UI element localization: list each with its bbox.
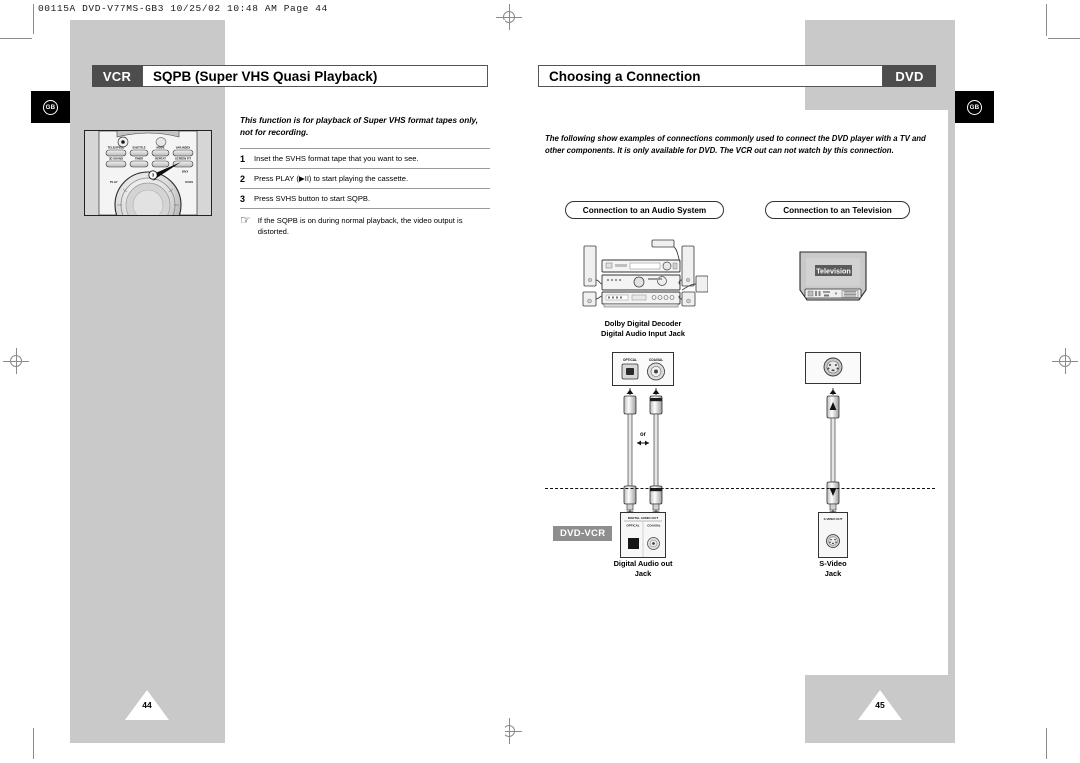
- section-pill-audio-system: Connection to an Audio System: [565, 201, 724, 219]
- left-page-gray-panel: [70, 20, 225, 743]
- or-label: or: [640, 432, 647, 438]
- audio-input-jack-panel: OPTICAL COAXIAL: [612, 352, 674, 386]
- svg-text:SVHS: SVHS: [185, 180, 193, 184]
- svg-text:SUBTITLE: SUBTITLE: [132, 146, 145, 150]
- svg-text:DIVX: DIVX: [182, 170, 188, 174]
- svideo-out-panel: S-VIDEO OUT: [818, 512, 848, 558]
- svg-text:3D SOUND: 3D SOUND: [109, 157, 123, 161]
- svg-text:SCREEN FIT: SCREEN FIT: [175, 157, 191, 161]
- left-page-header: VCR SQPB (Super VHS Quasi Playback): [92, 65, 488, 87]
- device-tag-dvd-vcr: DVD-VCR: [553, 526, 613, 541]
- right-page-number: 45: [858, 690, 902, 720]
- svideo-out-caption-line1: S-Video: [819, 559, 847, 568]
- crop-line-right-vert: [1046, 4, 1047, 36]
- svideo-out-caption: S-Video Jack: [773, 559, 893, 580]
- input-optical-label: OPTICAL: [623, 358, 637, 362]
- registration-mark-right: [1052, 348, 1078, 374]
- svg-text:VAR.INDEX: VAR.INDEX: [176, 146, 191, 150]
- step-number: 3: [240, 193, 246, 204]
- audio-device-caption: Dolby Digital Decoder Digital Audio Inpu…: [583, 319, 703, 340]
- digital-audio-out-caption-line1: Digital Audio out: [613, 559, 673, 568]
- out-optical-label: OPTICAL: [626, 524, 639, 528]
- television-diagram: Television: [799, 251, 867, 301]
- audio-device-caption-line1: Dolby Digital Decoder: [604, 319, 682, 328]
- left-language-badge: GB: [31, 91, 70, 123]
- step-text: Inset the SVHS format tape that you want…: [254, 154, 419, 163]
- remote-control-illustration: TELE/SPEED SUBTITLE MODE VAR.INDEX 3D SO…: [84, 130, 212, 216]
- svideo-cable-run: [826, 388, 840, 517]
- crop-line-top-left: [33, 4, 34, 34]
- input-coaxial-label: COAXIAL: [649, 358, 663, 362]
- left-page-number: 44: [125, 690, 169, 720]
- page-number-left-value: 44: [142, 700, 152, 710]
- crop-line-bottom-right: [1046, 728, 1047, 759]
- remote-control-svg: TELE/SPEED SUBTITLE MODE VAR.INDEX 3D SO…: [85, 131, 211, 215]
- right-page-title: Choosing a Connection: [538, 65, 883, 87]
- crop-line-bottom-left: [33, 728, 34, 759]
- audio-system-diagram: [582, 239, 708, 308]
- svideo-input-jack-panel: [805, 352, 861, 384]
- step-number: 2: [240, 173, 246, 184]
- note-text: If the SQPB is on during normal playback…: [257, 216, 463, 237]
- svideo-out-title: S-VIDEO OUT: [824, 517, 843, 521]
- steps-rule-bottom: [240, 208, 490, 209]
- crop-line-left-upper: [0, 38, 32, 39]
- note-block: ☞ If the SQPB is on during normal playba…: [240, 213, 490, 238]
- dvd-chip: DVD: [883, 65, 936, 87]
- audio-device-caption-line2: Digital Audio Input Jack: [601, 329, 685, 339]
- step-row: 2 Press PLAY (▶II) to start playing the …: [240, 169, 490, 188]
- out-coaxial-label: COAXIAL: [647, 524, 661, 528]
- svg-text:MODE: MODE: [156, 146, 164, 150]
- digital-audio-out-caption: Digital Audio out Jack: [583, 559, 703, 580]
- right-page-paragraph: The following show examples of connectio…: [545, 134, 926, 156]
- step-number: 1: [240, 153, 246, 164]
- digital-audio-out-title: DIGITAL AUDIO OUT: [628, 516, 658, 520]
- digital-audio-out-panel: DIGITAL AUDIO OUT OPTICAL COAXIAL: [620, 512, 666, 558]
- gb-circle-right: GB: [967, 99, 982, 115]
- left-page-intro-text: This function is for playback of Super V…: [240, 116, 479, 137]
- step-text: Press SVHS button to start SQPB.: [254, 194, 371, 203]
- prepress-slug: 00115A DVD-V77MS-GB3 10/25/02 10:48 AM P…: [38, 3, 328, 14]
- right-page-header: Choosing a Connection DVD: [538, 65, 936, 87]
- vcr-chip: VCR: [92, 65, 142, 87]
- svg-text:TELE/SPEED: TELE/SPEED: [108, 146, 125, 150]
- svg-text:TIMER: TIMER: [135, 157, 143, 161]
- dashed-separator: [545, 488, 935, 489]
- step-row: 3 Press SVHS button to start SQPB.: [240, 189, 490, 208]
- right-language-badge: GB: [955, 91, 994, 123]
- digital-audio-out-caption-line2: Jack: [634, 569, 652, 579]
- section-pill-television: Connection to an Television: [765, 201, 910, 219]
- step-text: Press PLAY (▶II) to start playing the ca…: [254, 174, 409, 183]
- crop-line-right-horz: [1048, 38, 1080, 39]
- svg-text:PLAY: PLAY: [110, 180, 118, 184]
- steps-list: 1 Inset the SVHS format tape that you wa…: [240, 148, 490, 209]
- svg-text:REPEAT: REPEAT: [155, 157, 166, 161]
- left-page-title: SQPB (Super VHS Quasi Playback): [142, 65, 488, 87]
- registration-mark-left: [3, 348, 29, 374]
- step-row: 1 Inset the SVHS format tape that you wa…: [240, 149, 490, 168]
- page-number-right-value: 45: [875, 700, 885, 710]
- svideo-out-caption-line2: Jack: [824, 569, 842, 579]
- television-screen-label: Television: [816, 267, 851, 276]
- pointing-hand-icon: ☞: [240, 213, 251, 227]
- audio-cable-run: or: [623, 388, 663, 517]
- gb-circle-left: GB: [43, 99, 58, 115]
- right-page-content-panel: [538, 110, 948, 675]
